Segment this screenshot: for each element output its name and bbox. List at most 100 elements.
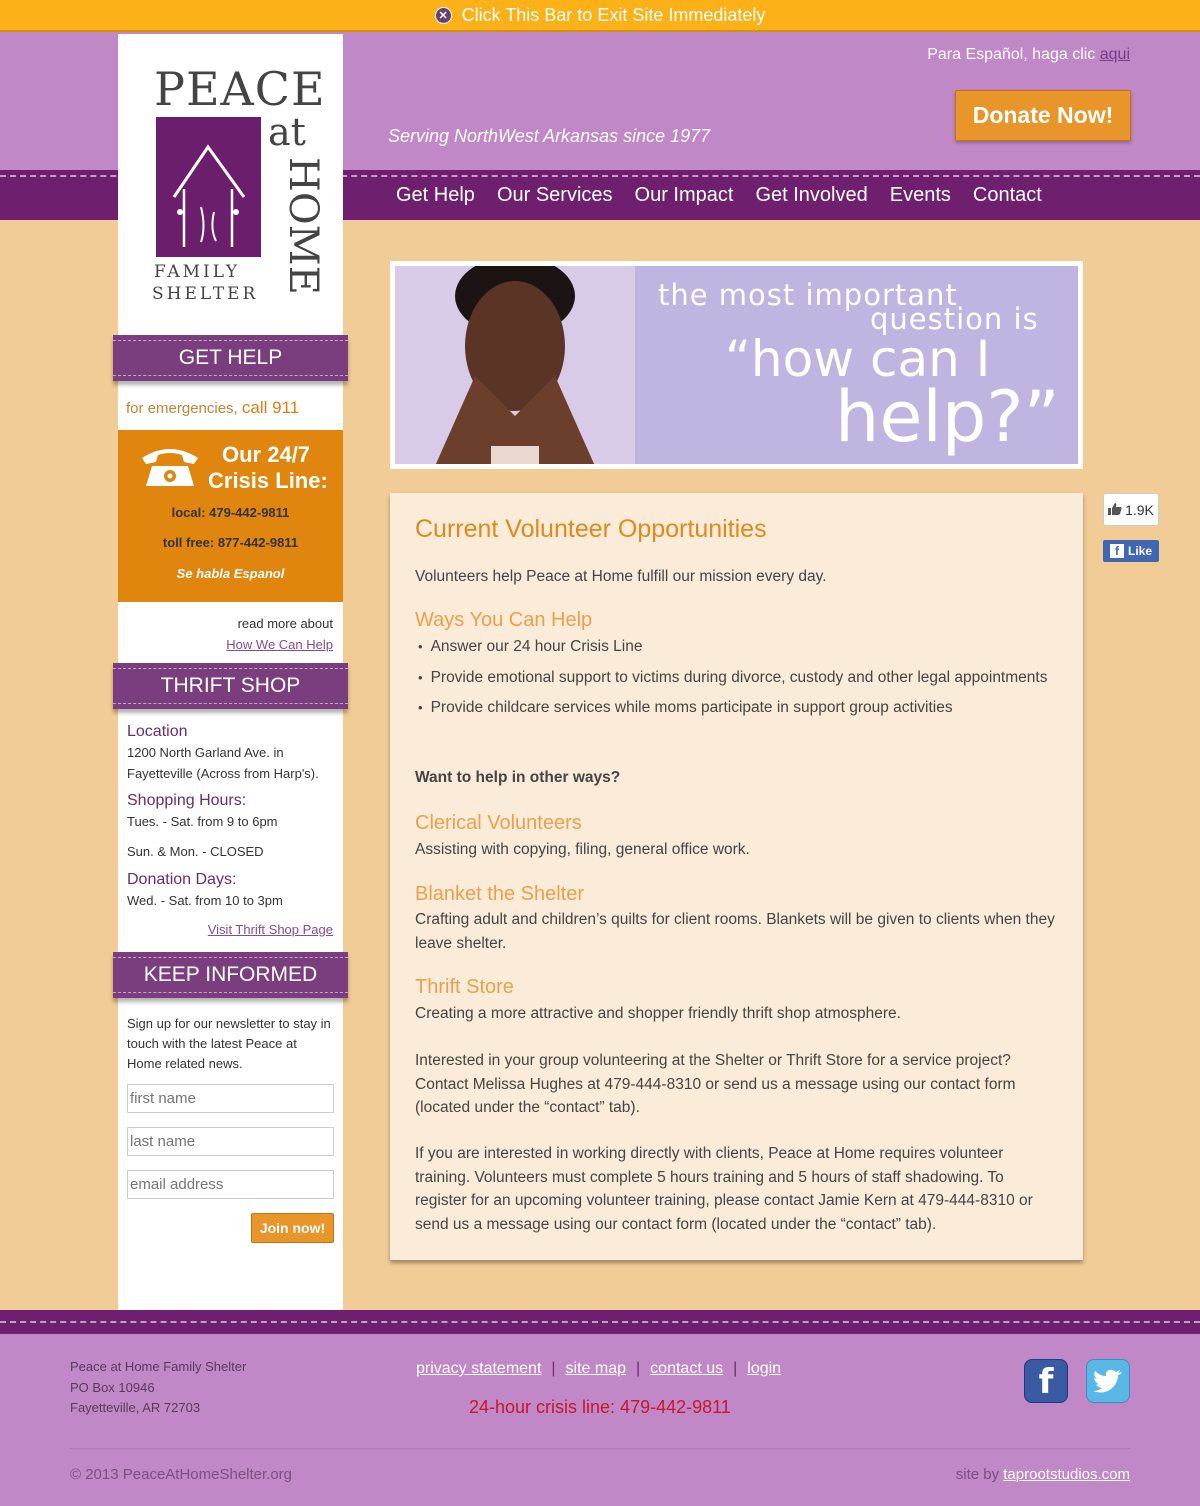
blanket-text: Crafting adult and children’s quilts for… bbox=[415, 911, 1055, 952]
main-content: Current Volunteer Opportunities Voluntee… bbox=[390, 493, 1083, 1260]
site-map-link[interactable]: site map bbox=[566, 1360, 626, 1377]
house-icon bbox=[156, 117, 261, 257]
thumbs-up-icon bbox=[1108, 502, 1122, 518]
footer-band bbox=[0, 1310, 1200, 1334]
other-ways-heading: Want to help in other ways? bbox=[415, 769, 621, 786]
crisis-line-box: Our 24/7 Crisis Line: local: 479-442-981… bbox=[118, 430, 343, 602]
separator: | bbox=[551, 1360, 556, 1377]
spanish-link-text: Para Español, haga clic aqui bbox=[927, 46, 1130, 64]
separator: | bbox=[733, 1360, 738, 1377]
thrift-location-line-2: Fayetteville (Across from Harp's). bbox=[127, 766, 319, 781]
logo-home: HOME bbox=[280, 157, 326, 295]
close-icon: ✕ bbox=[434, 6, 452, 24]
logo-shelter: SHELTER bbox=[152, 284, 259, 304]
nav-events[interactable]: Events bbox=[890, 184, 951, 207]
like-label: Like bbox=[1127, 544, 1152, 558]
thrift-store-heading: Thrift Store bbox=[415, 976, 514, 998]
main-nav: Get Help Our Services Our Impact Get Inv… bbox=[385, 170, 1053, 220]
thrift-store-text: Creating a more attractive and shopper f… bbox=[415, 1005, 901, 1022]
stitch-divider bbox=[0, 1321, 1200, 1323]
footer-links: privacy statement | site map | contact us | lo… bbox=[416, 1360, 781, 1378]
get-help-heading: GET HELP bbox=[113, 335, 348, 381]
list-item: Provide emotional support to victims dur… bbox=[415, 666, 1060, 690]
site-logo[interactable]: PEACE at HOME FAMILY SHELTER bbox=[150, 62, 326, 312]
donate-button[interactable]: Donate Now! bbox=[955, 90, 1131, 141]
emergency-note: for emergencies, call 911 bbox=[126, 398, 299, 418]
logo-peace: PEACE bbox=[154, 62, 326, 116]
nav-contact[interactable]: Contact bbox=[973, 184, 1042, 207]
ways-heading: Ways You Can Help bbox=[415, 609, 593, 631]
privacy-statement-link[interactable]: privacy statement bbox=[416, 1360, 541, 1377]
thrift-shop-heading: THRIFT SHOP bbox=[113, 663, 348, 709]
logo-at: at bbox=[268, 110, 306, 154]
facebook-like-button[interactable]: f Like bbox=[1103, 540, 1159, 562]
thrift-location-label: Location bbox=[127, 723, 188, 740]
nav-get-involved[interactable]: Get Involved bbox=[755, 184, 867, 207]
address-line: Peace at Home Family Shelter bbox=[70, 1359, 247, 1374]
ways-list: Answer our 24 hour Crisis Line Provide e… bbox=[415, 635, 1060, 727]
taproot-studios-link[interactable]: taprootstudios.com bbox=[1003, 1466, 1130, 1483]
facebook-like-widget: 1.9K f Like bbox=[1103, 493, 1159, 562]
woman-portrait-image bbox=[395, 266, 635, 464]
donation-days-line: Wed. - Sat. from 10 to 3pm bbox=[127, 893, 283, 908]
copyright: © 2013 PeaceAtHomeShelter.org bbox=[70, 1466, 293, 1483]
tagline: Serving NorthWest Arkansas since 1977 bbox=[388, 126, 711, 146]
like-count: 1.9K bbox=[1125, 501, 1154, 518]
exit-site-label: Click This Bar to Exit Site Immediately bbox=[461, 4, 766, 25]
separator: | bbox=[636, 1360, 641, 1377]
list-item: Answer our 24 hour Crisis Line bbox=[415, 635, 1060, 659]
site-by-prefix: site by bbox=[955, 1466, 1004, 1483]
email-input[interactable] bbox=[127, 1170, 334, 1199]
thrift-location-line-1: 1200 North Garland Ave. in bbox=[127, 745, 284, 760]
first-name-input[interactable] bbox=[127, 1084, 334, 1113]
crisis-title-2: Crisis Line: bbox=[208, 468, 328, 493]
crisis-title-1: Our 24/7 bbox=[222, 442, 311, 467]
thrift-hours-line-1: Tues. - Sat. from 9 to 6pm bbox=[127, 814, 278, 829]
clerical-heading: Clerical Volunteers bbox=[415, 812, 582, 834]
join-now-button[interactable]: Join now! bbox=[251, 1213, 334, 1243]
site-by: site by taprootstudios.com bbox=[956, 1466, 1130, 1483]
keep-informed-heading: KEEP INFORMED bbox=[113, 952, 348, 998]
emergency-prefix: for emergencies, bbox=[126, 400, 242, 417]
address-line: PO Box 10946 bbox=[70, 1379, 155, 1395]
hero-banner: the most important question is “how can … bbox=[390, 261, 1083, 469]
read-more-text: read more about bbox=[237, 616, 333, 631]
exit-site-bar[interactable]: ✕ Click This Bar to Exit Site Immediatel… bbox=[0, 0, 1200, 32]
newsletter-text: Sign up for our newsletter to stay in to… bbox=[127, 1016, 331, 1071]
clerical-text: Assisting with copying, filing, general … bbox=[415, 841, 750, 858]
visit-thrift-shop-link[interactable]: Visit Thrift Shop Page bbox=[208, 922, 333, 937]
thrift-hours-label: Shopping Hours: bbox=[127, 792, 247, 809]
emergency-call: call 911 bbox=[241, 398, 300, 417]
donation-days-label: Donation Days: bbox=[127, 871, 237, 888]
crisis-local-number: local: 479-442-9811 bbox=[171, 505, 290, 520]
twitter-icon[interactable] bbox=[1086, 1359, 1130, 1403]
address-line: Fayetteville, AR 72703 bbox=[70, 1400, 201, 1415]
how-we-can-help-link[interactable]: How We Can Help bbox=[226, 637, 333, 652]
last-name-input[interactable] bbox=[127, 1127, 334, 1156]
thrift-hours-line-2: Sun. & Mon. - CLOSED bbox=[127, 844, 264, 859]
crisis-spanish-note: Se habla Espanol bbox=[176, 566, 285, 581]
footer-divider bbox=[70, 1448, 1130, 1449]
like-count-bubble: 1.9K bbox=[1103, 493, 1159, 526]
banner-line-4: help?” bbox=[835, 376, 1060, 458]
logo-family: FAMILY bbox=[154, 262, 241, 282]
nav-our-impact[interactable]: Our Impact bbox=[635, 184, 734, 207]
contact-us-link[interactable]: contact us bbox=[650, 1360, 723, 1377]
spanish-link[interactable]: aqui bbox=[1100, 46, 1130, 63]
facebook-small-icon: f bbox=[1109, 544, 1124, 558]
facebook-icon[interactable]: f bbox=[1024, 1359, 1068, 1403]
footer-address: Peace at Home Family Shelter PO Box 1094… bbox=[70, 1357, 246, 1419]
read-more: read more about How We Can Help bbox=[226, 613, 333, 655]
page-title: Current Volunteer Opportunities bbox=[415, 515, 767, 543]
group-volunteer-text: Interested in your group volunteering at… bbox=[415, 1052, 1016, 1116]
blanket-heading: Blanket the Shelter bbox=[415, 883, 584, 905]
nav-our-services[interactable]: Our Services bbox=[497, 184, 613, 207]
login-link[interactable]: login bbox=[747, 1360, 781, 1377]
telephone-icon bbox=[138, 442, 202, 490]
nav-get-help[interactable]: Get Help bbox=[396, 184, 475, 207]
spanish-prefix: Para Español, haga clic bbox=[927, 46, 1100, 63]
training-text: If you are interested in working directl… bbox=[415, 1145, 1033, 1233]
footer-crisis-line: 24-hour crisis line: 479-442-9811 bbox=[469, 1397, 731, 1417]
list-item: Provide childcare services while moms pa… bbox=[415, 696, 1060, 720]
intro-text: Volunteers help Peace at Home fulfill ou… bbox=[415, 568, 827, 585]
